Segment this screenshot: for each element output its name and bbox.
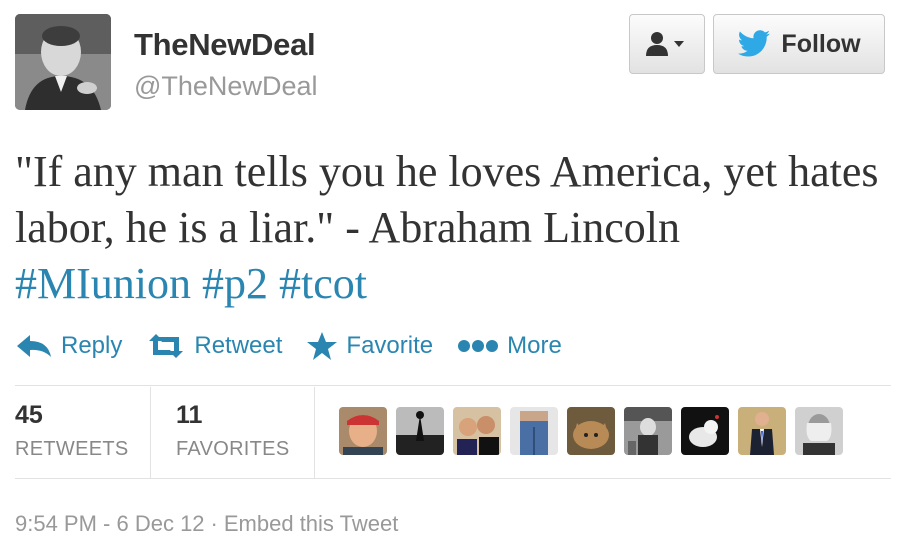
- retweeter-avatar[interactable]: [510, 407, 558, 455]
- tweet-actions: Reply Retweet Favorite More: [15, 328, 586, 364]
- hashtag-link[interactable]: #tcot: [279, 259, 367, 308]
- profile-avatar[interactable]: [15, 14, 111, 110]
- retweet-label: Retweet: [194, 332, 283, 359]
- meta-separator: ·: [210, 511, 218, 536]
- hashtag-link[interactable]: #MIunion: [15, 259, 191, 308]
- retweeter-avatar[interactable]: [396, 407, 444, 455]
- display-name[interactable]: TheNewDeal: [134, 27, 316, 63]
- profile-photo-icon: [15, 14, 111, 110]
- favorites-stat[interactable]: 11 FAVORITES: [151, 387, 315, 478]
- retweet-button[interactable]: Retweet: [146, 332, 282, 360]
- tweet-meta: 9:54 PM - 6 Dec 12 · Embed this Tweet: [15, 511, 398, 537]
- retweeter-avatar[interactable]: [453, 407, 501, 455]
- retweeter-avatar[interactable]: [738, 407, 786, 455]
- reply-label: Reply: [61, 332, 123, 359]
- user-menu-button[interactable]: [629, 14, 705, 74]
- retweeter-avatar[interactable]: [624, 407, 672, 455]
- retweeter-avatar[interactable]: [795, 407, 843, 455]
- reply-button[interactable]: Reply: [15, 332, 122, 360]
- follow-button[interactable]: Follow: [713, 14, 885, 74]
- retweets-label: RETWEETS: [15, 438, 129, 460]
- twitter-bird-icon: [738, 30, 771, 57]
- retweet-icon: [149, 334, 184, 358]
- retweets-count: 45: [15, 401, 43, 429]
- tweet-text: "If any man tells you he loves America, …: [15, 144, 905, 312]
- divider: [15, 478, 891, 479]
- timestamp-link[interactable]: 9:54 PM - 6 Dec 12: [15, 511, 205, 537]
- favorites-count: 11: [176, 401, 203, 429]
- star-icon: [307, 332, 338, 360]
- more-button[interactable]: More: [457, 332, 562, 360]
- divider: [15, 385, 891, 386]
- retweeter-avatars: [315, 387, 843, 478]
- favorite-label: Favorite: [346, 332, 434, 359]
- retweeter-avatar[interactable]: [681, 407, 729, 455]
- favorites-label: FAVORITES: [176, 438, 290, 460]
- tweet-stats: 45 RETWEETS 11 FAVORITES: [15, 387, 891, 478]
- tweet-body: "If any man tells you he loves America, …: [15, 147, 879, 252]
- hashtag-link[interactable]: #p2: [202, 259, 268, 308]
- embed-tweet-link[interactable]: Embed this Tweet: [224, 511, 398, 537]
- follow-label: Follow: [781, 29, 861, 58]
- more-label: More: [507, 332, 562, 359]
- user-dropdown-icon: [646, 32, 684, 56]
- more-dots-icon: [458, 340, 499, 352]
- retweets-stat[interactable]: 45 RETWEETS: [15, 387, 151, 478]
- retweeter-avatar[interactable]: [567, 407, 615, 455]
- reply-arrow-icon: [17, 335, 51, 357]
- retweeter-avatar[interactable]: [339, 407, 387, 455]
- favorite-button[interactable]: Favorite: [306, 331, 433, 361]
- screen-name[interactable]: @TheNewDeal: [134, 71, 317, 102]
